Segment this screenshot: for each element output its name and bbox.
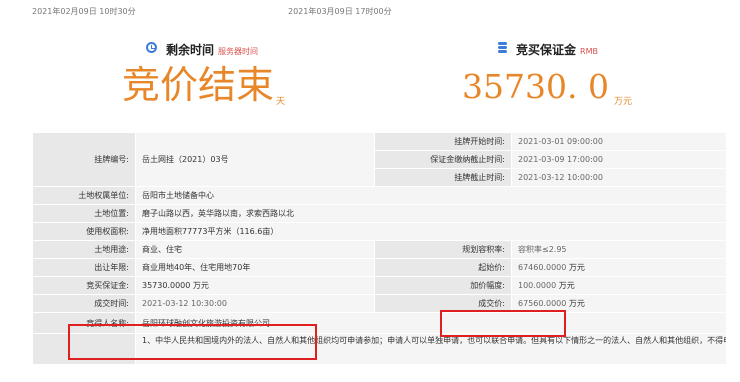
term-label: 出让年限:	[32, 258, 136, 277]
table-row: 竞买保证金: 35730.0000 万元 加价幅度: 100.0000 万元	[32, 276, 727, 295]
deal-price-unit: 万元	[568, 299, 585, 308]
deposit-unit: 万元	[614, 97, 633, 107]
deposit-deadline-label: 保证金缴纳截止时间:	[374, 150, 512, 169]
winner-highlight	[68, 324, 317, 360]
listing-start-value: 2021-03-01 09:00:00	[511, 132, 727, 151]
deal-time-value: 2021-03-12 10:30:00	[135, 294, 375, 313]
table-row: 出让年限: 商业用地40年、住宅用地70年 起始价: 67460.0000 万元	[32, 258, 727, 277]
term-value: 商业用地40年、住宅用地70年	[135, 258, 375, 277]
area-label: 使用权面积:	[32, 222, 136, 241]
location-label: 土地位置:	[32, 204, 136, 223]
clock-icon	[146, 42, 157, 53]
increment-unit: 万元	[558, 281, 575, 290]
listing-end-label: 挂牌截止时间:	[374, 168, 512, 187]
deposit-deadline-value: 2021-03-09 17:00:00	[511, 150, 727, 169]
remaining-time-unit: 天	[276, 97, 286, 107]
currency-label: RMB	[580, 47, 598, 56]
owner-value: 岳阳市土地储备中心	[135, 186, 727, 205]
table-row: 土地位置: 磨子山路以西，英华路以南，求索西路以北	[32, 204, 727, 223]
table-row: 成交时间: 2021-03-12 10:30:00 成交价: 67560.000…	[32, 294, 727, 313]
listing-end-value: 2021-03-12 10:00:00	[511, 168, 727, 187]
listing-no-label: 挂牌编号:	[32, 132, 136, 187]
table-row: 土地权属单位: 岳阳市土地储备中心	[32, 186, 727, 205]
increment-cell: 100.0000 万元	[511, 276, 727, 295]
deposit-amount-unit: 万元	[192, 281, 209, 290]
deposit-cell: 35730.0000 万元	[135, 276, 375, 295]
increment-label: 加价幅度:	[374, 276, 512, 295]
table-row: 使用权面积: 净用地面积77773平方米（116.6亩）	[32, 222, 727, 241]
auction-start-time: 2021年02月09日 10时30分	[32, 7, 136, 16]
deposit-title: 竞买保证金 RMB	[516, 43, 598, 57]
listing-period-row: 2021年02月09日 10时30分 2021年03月09日 17时00分	[0, 0, 740, 22]
usage-label: 土地用途:	[32, 240, 136, 259]
usage-value: 商业、住宅	[135, 240, 375, 259]
far-label: 规划容积率:	[374, 240, 512, 259]
remaining-time-title: 剩余时间 服务器时间	[166, 43, 259, 57]
table-row: 挂牌编号: 岳土网挂（2021）03号 挂牌开始时间: 2021-03-01 0…	[32, 132, 727, 187]
remaining-time-value: 竞价结束	[122, 63, 275, 107]
start-price-cell: 67460.0000 万元	[511, 258, 727, 277]
deal-price-highlight	[440, 310, 566, 337]
area-value: 净用地面积77773平方米（116.6亩）	[135, 222, 727, 241]
increment-value: 100.0000	[518, 281, 557, 290]
table-row: 土地用途: 商业、住宅 规划容积率: 容积率≤2.95	[32, 240, 727, 259]
auction-end-time: 2021年03月09日 17时00分	[288, 7, 392, 16]
start-price-unit: 万元	[568, 263, 585, 272]
deal-price-value: 67560.0000	[518, 299, 567, 308]
deposit-amount: 35730.0000	[142, 281, 191, 290]
start-price-label: 起始价:	[374, 258, 512, 277]
deal-time-label: 成交时间:	[32, 294, 136, 313]
deposit-label: 竞买保证金:	[32, 276, 136, 295]
start-price-value: 67460.0000	[518, 263, 567, 272]
far-value: 容积率≤2.95	[511, 240, 727, 259]
listing-no-value: 岳土网挂（2021）03号	[135, 132, 375, 187]
listing-start-label: 挂牌开始时间:	[374, 132, 512, 151]
server-time-label: 服务器时间	[218, 47, 259, 56]
owner-label: 土地权属单位:	[32, 186, 136, 205]
coins-icon	[498, 42, 507, 53]
location-value: 磨子山路以西，英华路以南，求索西路以北	[135, 204, 727, 223]
deposit-value: 35730. 0	[462, 67, 609, 106]
